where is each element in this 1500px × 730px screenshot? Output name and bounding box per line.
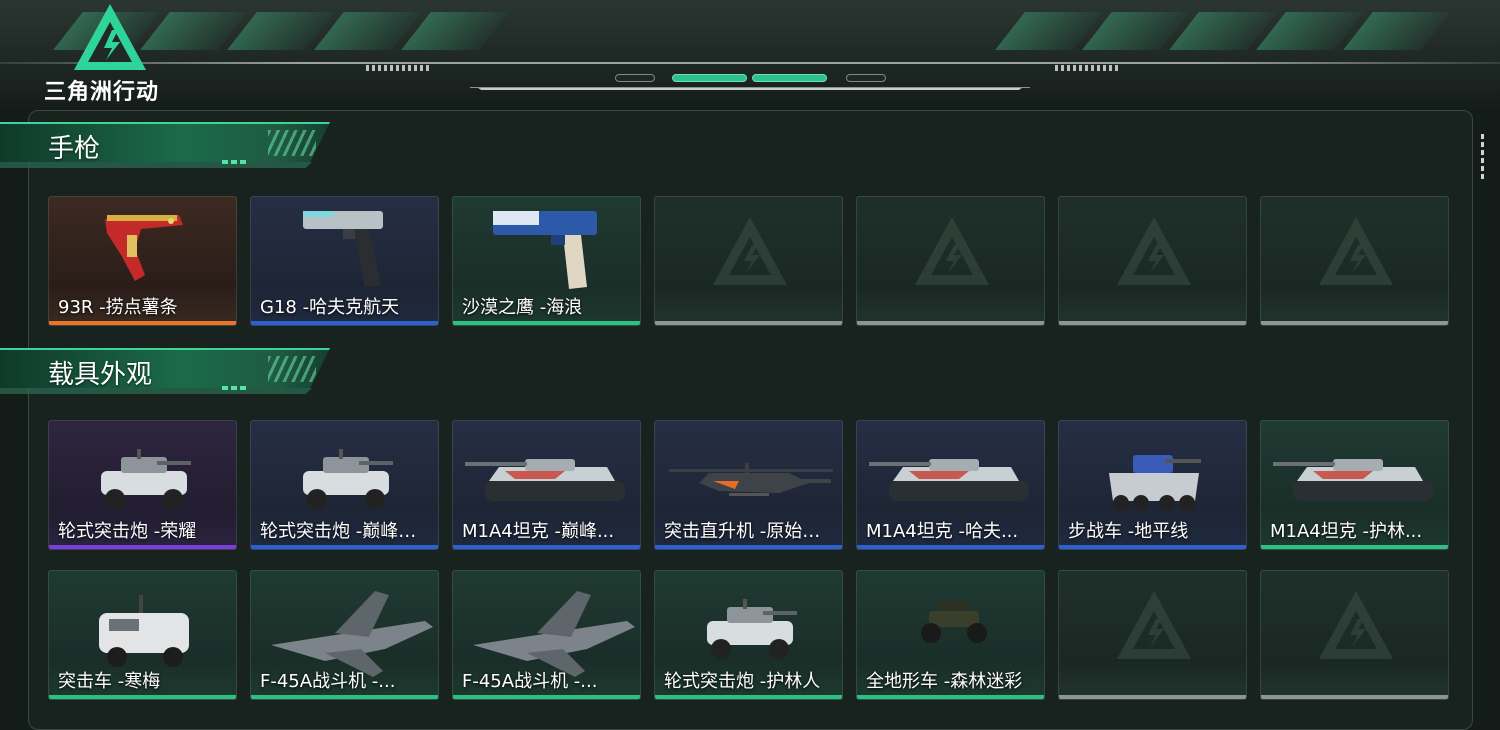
empty-item-slot[interactable] xyxy=(856,196,1045,326)
header-pill-active xyxy=(672,74,747,82)
item-card[interactable]: 全地形车 -森林迷彩 xyxy=(856,570,1045,700)
item-card[interactable]: M1A4坦克 -巅峰... xyxy=(452,420,641,550)
item-card[interactable]: 沙漠之鹰 -海浪 xyxy=(452,196,641,326)
rarity-bar xyxy=(251,321,438,325)
section-title: 载具外观 xyxy=(48,360,153,390)
game-logo: 三角洲行动 xyxy=(44,2,184,105)
empty-slot-icon xyxy=(1319,591,1393,659)
empty-slot-icon xyxy=(1117,217,1191,285)
rarity-bar xyxy=(857,695,1044,699)
empty-slot-icon xyxy=(1319,217,1393,285)
rarity-bar xyxy=(1261,695,1448,699)
item-card[interactable]: 突击车 -寒梅 xyxy=(48,570,237,700)
item-card[interactable]: 突击直升机 -原始伪... xyxy=(654,420,843,550)
item-name: 沙漠之鹰 -海浪 xyxy=(462,297,583,318)
rarity-bar xyxy=(453,545,640,549)
empty-item-slot[interactable] xyxy=(1058,196,1247,326)
header-stripes xyxy=(366,65,430,71)
item-name: F-45A战斗机 -... xyxy=(260,671,396,692)
item-card[interactable]: 轮式突击炮 -护林人 xyxy=(654,570,843,700)
rarity-bar xyxy=(655,321,842,325)
rarity-bar xyxy=(857,321,1044,325)
empty-slot-icon xyxy=(1117,591,1191,659)
rarity-bar xyxy=(49,321,236,325)
empty-item-slot[interactable] xyxy=(654,196,843,326)
section-title: 手枪 xyxy=(48,134,101,164)
item-name: 93R -捞点薯条 xyxy=(58,297,178,318)
header-stripes xyxy=(1055,65,1119,71)
section-header-pistols: 手枪 xyxy=(0,122,330,174)
item-card[interactable]: F-45A战斗机 -... xyxy=(250,570,439,700)
rarity-bar xyxy=(251,695,438,699)
empty-item-slot[interactable] xyxy=(1260,570,1449,700)
item-name: 轮式突击炮 -巅峰竞... xyxy=(260,521,432,542)
item-card[interactable]: 轮式突击炮 -荣耀 xyxy=(48,420,237,550)
section-header-vehicles: 载具外观 xyxy=(0,348,330,400)
item-name: 突击车 -寒梅 xyxy=(58,671,161,692)
rarity-bar xyxy=(857,545,1044,549)
rarity-bar xyxy=(655,545,842,549)
item-name: M1A4坦克 -护林... xyxy=(1270,521,1423,542)
rarity-bar xyxy=(1059,545,1246,549)
rarity-bar xyxy=(251,545,438,549)
header-pill xyxy=(846,74,886,82)
game-logo-text: 三角洲行动 xyxy=(44,80,160,105)
item-card[interactable]: 轮式突击炮 -巅峰竞... xyxy=(250,420,439,550)
rarity-bar xyxy=(1261,321,1448,325)
item-card[interactable]: F-45A战斗机 -... xyxy=(452,570,641,700)
item-name: G18 -哈夫克航天 xyxy=(260,297,400,318)
item-name: 轮式突击炮 -护林人 xyxy=(664,671,821,692)
rarity-bar xyxy=(453,695,640,699)
item-card[interactable]: M1A4坦克 -哈夫... xyxy=(856,420,1045,550)
delta-triangle-logo-icon xyxy=(74,4,146,70)
rarity-bar xyxy=(1059,321,1246,325)
item-card[interactable]: 步战车 -地平线 xyxy=(1058,420,1247,550)
rarity-bar xyxy=(49,695,236,699)
empty-slot-icon xyxy=(915,217,989,285)
item-name: 轮式突击炮 -荣耀 xyxy=(58,521,197,542)
item-name: 步战车 -地平线 xyxy=(1068,521,1189,542)
item-card[interactable]: M1A4坦克 -护林... xyxy=(1260,420,1449,550)
rarity-bar xyxy=(453,321,640,325)
top-header: 三角洲行动 xyxy=(0,0,1500,110)
rarity-bar xyxy=(655,695,842,699)
item-name: 全地形车 -森林迷彩 xyxy=(866,671,1023,692)
header-center-trim-inner xyxy=(470,62,1030,88)
empty-slot-icon xyxy=(713,217,787,285)
rarity-bar xyxy=(49,545,236,549)
item-name: M1A4坦克 -巅峰... xyxy=(462,521,615,542)
rarity-bar xyxy=(1261,545,1448,549)
scrollbar[interactable] xyxy=(1481,134,1485,180)
empty-item-slot[interactable] xyxy=(1260,196,1449,326)
item-name: 突击直升机 -原始伪... xyxy=(664,521,836,542)
item-card[interactable]: 93R -捞点薯条 xyxy=(48,196,237,326)
item-name: M1A4坦克 -哈夫... xyxy=(866,521,1019,542)
empty-item-slot[interactable] xyxy=(1058,570,1247,700)
item-card[interactable]: G18 -哈夫克航天 xyxy=(250,196,439,326)
header-pill xyxy=(615,74,655,82)
header-pill-active xyxy=(752,74,827,82)
rarity-bar xyxy=(1059,695,1246,699)
item-name: F-45A战斗机 -... xyxy=(462,671,598,692)
